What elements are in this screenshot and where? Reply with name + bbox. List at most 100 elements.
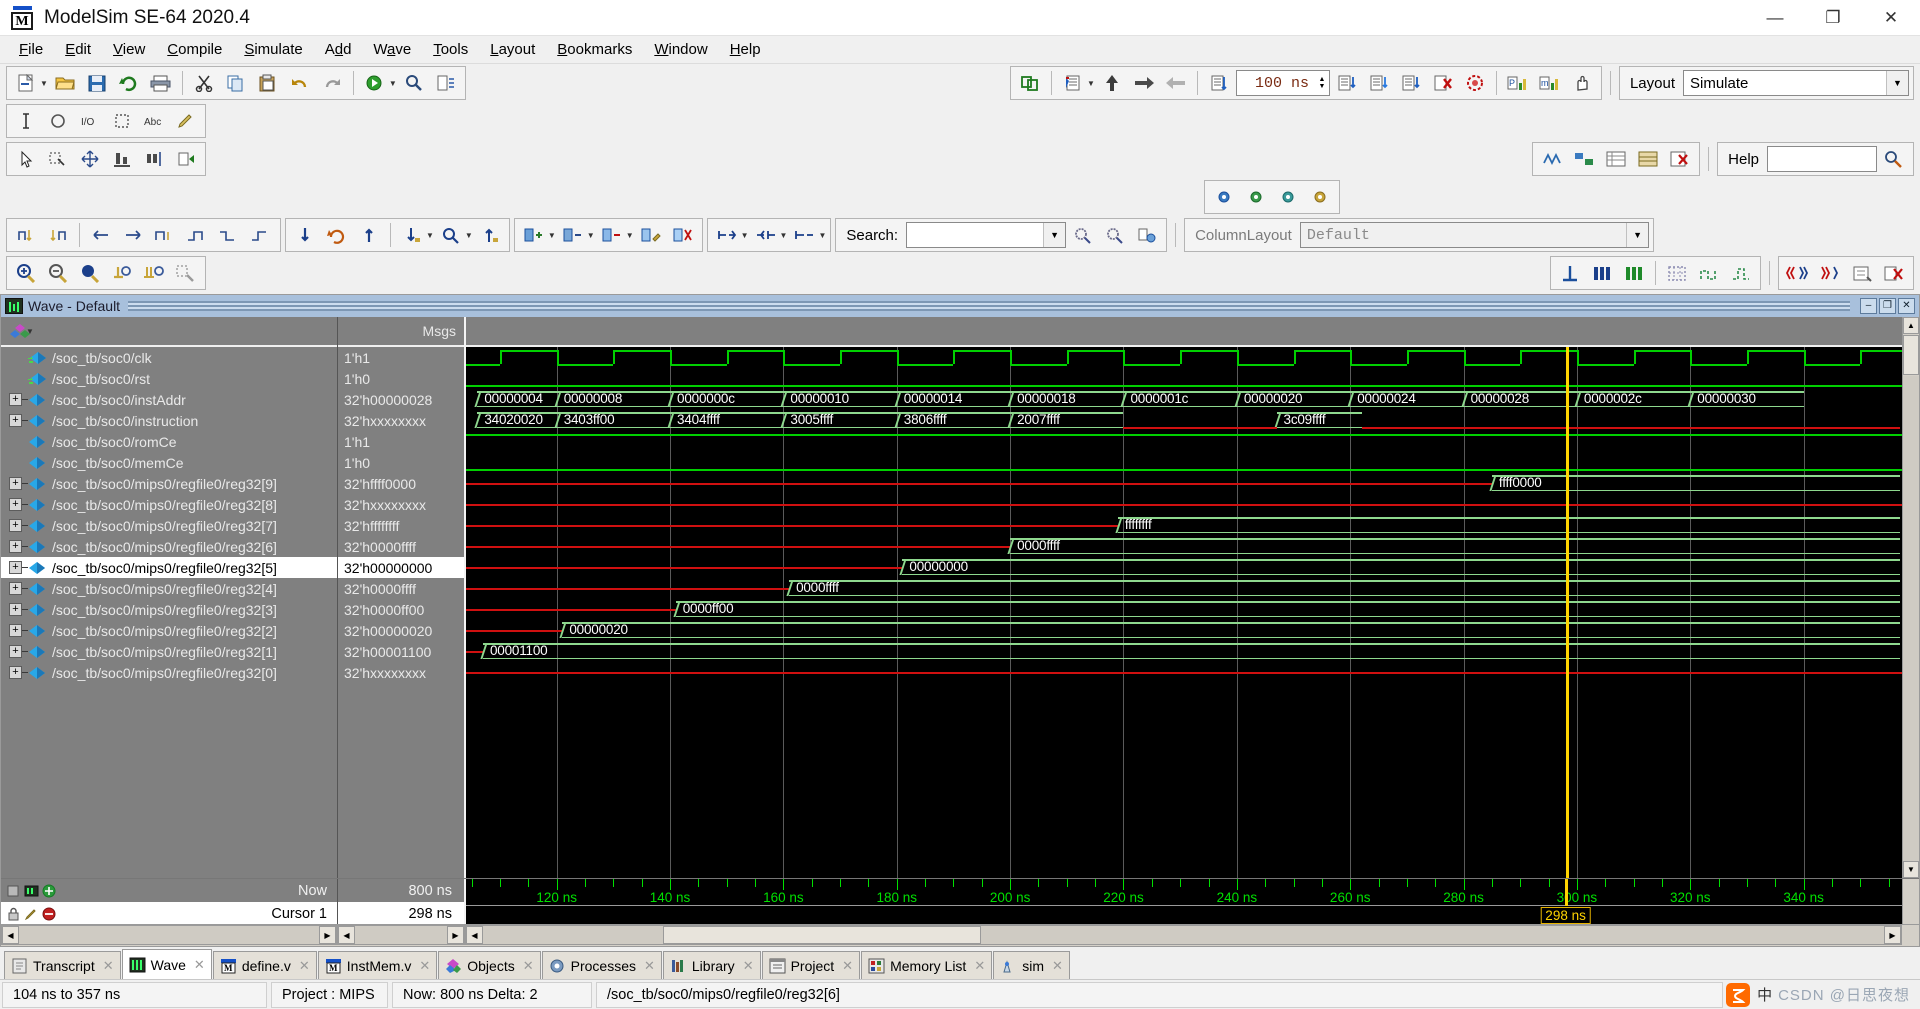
delete-wave-icon[interactable] (1665, 145, 1695, 173)
tab-close-icon[interactable]: ✕ (523, 958, 534, 974)
cursor-tick-line[interactable] (1564, 879, 1568, 906)
cursor-loop-icon[interactable] (322, 221, 352, 249)
expand-toggle[interactable]: + (9, 540, 22, 553)
highlighter-icon[interactable] (171, 107, 201, 135)
expand-toggle[interactable]: + (9, 603, 22, 616)
step-icon[interactable] (1332, 69, 1362, 97)
columnlayout-chevron-down-icon[interactable]: ▼ (1626, 223, 1649, 247)
signal-row[interactable]: + /soc_tb/soc0/mips0/regfile0/reg32[1] (1, 641, 337, 662)
wave-window-grip[interactable] (128, 301, 1850, 311)
gear-blue-icon[interactable] (1209, 183, 1239, 211)
signal-row[interactable]: + /soc_tb/soc0/instAddr (1, 389, 337, 410)
bookmark-remove-icon[interactable] (597, 221, 627, 249)
edge-step-b-icon[interactable] (182, 221, 212, 249)
zoom-range-icon[interactable] (139, 259, 169, 287)
scroll-down-icon[interactable]: ▼ (1903, 861, 1919, 878)
new-file-icon[interactable] (11, 69, 41, 97)
add-wave-icon[interactable] (1537, 145, 1567, 173)
expand-toggle[interactable]: + (9, 393, 22, 406)
save-icon[interactable] (82, 69, 112, 97)
interrupt-icon[interactable] (1460, 69, 1490, 97)
list-icon[interactable] (431, 69, 461, 97)
search-input[interactable] (907, 224, 1044, 246)
maximize-button[interactable]: ❐ (1804, 0, 1862, 36)
expand-toggle[interactable]: + (9, 519, 22, 532)
run-length-value[interactable]: 100 ns (1237, 75, 1315, 92)
signal-values-list[interactable]: 1'h1 1'h0 32'h00000028 32'hxxxxxxxx 1'h1 1'h0… (338, 347, 464, 878)
expand-toggle[interactable]: + (9, 645, 22, 658)
signal-row[interactable]: + /soc_tb/soc0/mips0/regfile0/reg32[5] (1, 557, 337, 578)
move-icon[interactable] (75, 145, 105, 173)
io-tool-icon[interactable]: I/O (75, 107, 105, 135)
signal-row[interactable]: + /soc_tb/soc0/mips0/regfile0/reg32[3] (1, 599, 337, 620)
names-hscrollbar[interactable]: ◀ ▶ (1, 925, 337, 945)
edge-step-c-icon[interactable] (214, 221, 244, 249)
zoom-search-dropdown-icon[interactable]: ▼ (465, 231, 473, 240)
expand-selected-dropdown-icon[interactable]: ▼ (818, 231, 826, 240)
values-scroll-left-icon[interactable]: ◀ (338, 926, 355, 944)
print-icon[interactable] (146, 69, 176, 97)
hand-tool-icon[interactable] (1567, 69, 1597, 97)
tab-objects[interactable]: Objects ✕ (438, 951, 541, 979)
compare-clear-icon[interactable] (1879, 259, 1909, 287)
help-search-icon[interactable] (1879, 145, 1909, 173)
signal-row[interactable]: + /soc_tb/soc0/mips0/regfile0/reg32[6] (1, 536, 337, 557)
prev-edge-icon[interactable] (86, 221, 116, 249)
bookmark-add-icon[interactable] (519, 221, 549, 249)
menu-compile[interactable]: Compile (156, 38, 233, 61)
tab-close-icon[interactable]: ✕ (842, 958, 853, 974)
tab-close-icon[interactable]: ✕ (644, 958, 655, 974)
edge-insert-right-icon[interactable] (43, 221, 73, 249)
run-dropdown-icon[interactable]: ▼ (1087, 79, 1095, 88)
waveform-pane[interactable]: 00000004 00000008 0000000c 00000010 00000014… (466, 317, 1902, 878)
zoom-out-icon[interactable] (43, 259, 73, 287)
values-hscrollbar[interactable]: ◀ ▶ (337, 925, 465, 945)
tab-close-icon[interactable]: ✕ (299, 958, 310, 974)
step-over-icon[interactable] (1364, 69, 1394, 97)
tab-memory-list[interactable]: Memory List ✕ (861, 951, 993, 979)
close-button[interactable]: ✕ (1862, 0, 1920, 36)
reload-icon[interactable] (114, 69, 144, 97)
sogou-ime-icon[interactable] (1725, 982, 1751, 1008)
format-analog-icon[interactable] (1555, 259, 1585, 287)
tab-transcript[interactable]: Transcript ✕ (4, 951, 121, 979)
compile-dropdown-icon[interactable]: ▼ (389, 79, 397, 88)
select-region-icon[interactable] (43, 145, 73, 173)
profile-icon[interactable]: P (1503, 69, 1533, 97)
help-input[interactable] (1767, 146, 1877, 172)
expand-toggle[interactable]: + (9, 666, 22, 679)
columnlayout-combobox[interactable]: Default ▼ (1299, 222, 1650, 248)
memory-icon[interactable]: m (1535, 69, 1565, 97)
menu-tools[interactable]: Tools (422, 38, 479, 61)
tab-close-icon[interactable]: ✕ (974, 958, 985, 974)
grid-dense-icon[interactable] (1662, 259, 1692, 287)
find-icon[interactable] (399, 69, 429, 97)
vertical-scroll-track[interactable] (1903, 376, 1919, 861)
signal-names-list[interactable]: /soc_tb/soc0/clk/soc_tb/soc0/rst + /soc_tb… (1, 347, 337, 878)
minimize-button[interactable]: — (1746, 0, 1804, 36)
tab-close-icon[interactable]: ✕ (743, 958, 754, 974)
menu-simulate[interactable]: Simulate (233, 38, 313, 61)
run-length-arrows[interactable]: ▲ ▼ (1315, 76, 1329, 90)
menu-layout[interactable]: Layout (479, 38, 546, 61)
format-digital-icon[interactable] (1619, 259, 1649, 287)
menu-edit[interactable]: Edit (54, 38, 102, 61)
search-next-icon[interactable] (1100, 221, 1130, 249)
names-scroll-left-icon[interactable]: ◀ (2, 926, 19, 944)
gear-green-icon[interactable] (1241, 183, 1271, 211)
signal-row[interactable]: /soc_tb/soc0/rst (1, 368, 337, 389)
signal-row[interactable]: + /soc_tb/soc0/instruction (1, 410, 337, 431)
bookmark-edit-icon[interactable] (636, 221, 666, 249)
stop-icon[interactable] (1428, 69, 1458, 97)
add-memory-icon[interactable] (1633, 145, 1663, 173)
collapse-all-dropdown-icon[interactable]: ▼ (780, 231, 788, 240)
tab-close-icon[interactable]: ✕ (194, 957, 205, 973)
edge-step-a-icon[interactable] (150, 221, 180, 249)
tab-close-icon[interactable]: ✕ (1052, 958, 1063, 974)
wave-close-button[interactable]: ✕ (1898, 298, 1915, 314)
expand-all-icon[interactable] (712, 221, 742, 249)
expand-all-dropdown-icon[interactable]: ▼ (741, 231, 749, 240)
format-bus-icon[interactable] (1587, 259, 1617, 287)
layout-chevron-down-icon[interactable]: ▼ (1886, 71, 1908, 95)
expand-toggle[interactable]: + (9, 624, 22, 637)
